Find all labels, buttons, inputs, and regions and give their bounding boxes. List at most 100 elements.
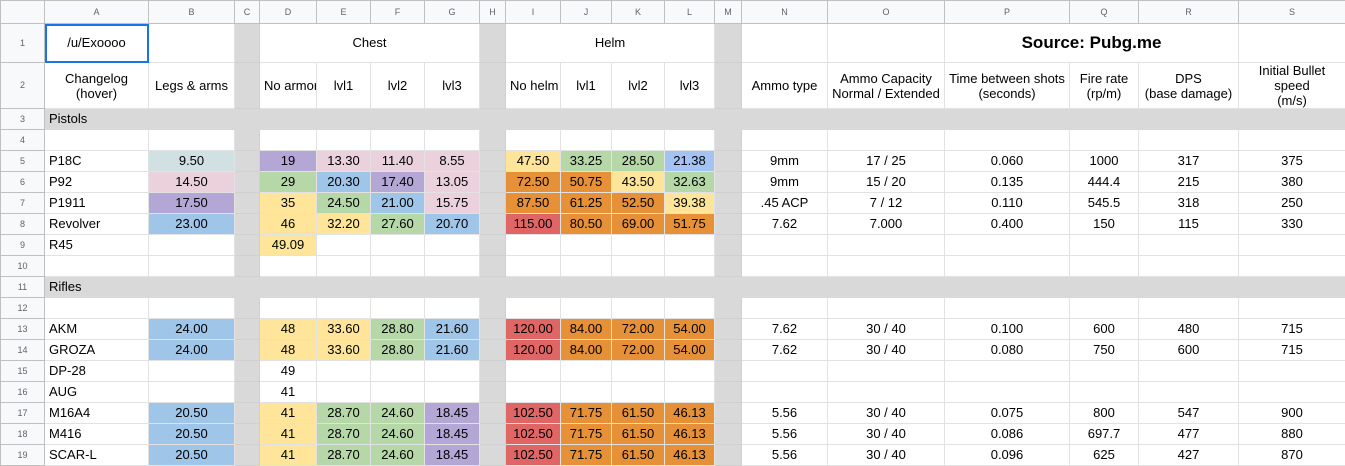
legs-arms-damage[interactable]: 20.50 <box>149 403 235 424</box>
weapon-stat[interactable] <box>828 235 945 256</box>
weapon-name[interactable]: Revolver <box>45 214 149 235</box>
chest-damage[interactable]: 32.20 <box>317 214 371 235</box>
weapon-stat[interactable]: 444.4 <box>1070 172 1139 193</box>
row-header[interactable]: 2 <box>1 63 45 109</box>
legs-arms-damage[interactable]: 17.50 <box>149 193 235 214</box>
helm-damage[interactable]: 50.75 <box>561 172 612 193</box>
weapon-stat[interactable]: 0.060 <box>945 151 1070 172</box>
chest-damage[interactable]: 28.70 <box>317 403 371 424</box>
cell[interactable] <box>945 298 1070 319</box>
weapon-stat[interactable]: 30 / 40 <box>828 340 945 361</box>
row-header[interactable]: 3 <box>1 109 45 130</box>
helm-damage[interactable]: 43.50 <box>612 172 665 193</box>
chest-damage[interactable]: 11.40 <box>371 151 425 172</box>
column-header[interactable]: R <box>1139 1 1239 24</box>
helm-col-header[interactable]: No helm <box>506 63 561 109</box>
section-title[interactable]: Pistols <box>45 109 149 130</box>
row-header[interactable]: 1 <box>1 24 45 63</box>
weapon-stat[interactable]: 0.086 <box>945 424 1070 445</box>
weapon-stat[interactable]: 30 / 40 <box>828 403 945 424</box>
cell[interactable] <box>371 256 425 277</box>
weapon-stat[interactable] <box>1239 235 1345 256</box>
helm-col-header[interactable]: lvl3 <box>665 63 715 109</box>
helm-damage[interactable]: 71.75 <box>561 445 612 466</box>
cell[interactable] <box>828 24 945 63</box>
weapon-stat[interactable]: 7.62 <box>742 214 828 235</box>
cell[interactable] <box>945 130 1070 151</box>
helm-damage[interactable]: 46.13 <box>665 424 715 445</box>
row-header[interactable]: 18 <box>1 424 45 445</box>
helm-damage[interactable]: 120.00 <box>506 319 561 340</box>
helm-damage[interactable]: 120.00 <box>506 340 561 361</box>
cell[interactable] <box>665 130 715 151</box>
cell[interactable] <box>665 298 715 319</box>
helm-col-header[interactable]: lvl2 <box>612 63 665 109</box>
row-header[interactable]: 7 <box>1 193 45 214</box>
weapon-name[interactable]: P18C <box>45 151 149 172</box>
weapon-stat[interactable] <box>1239 382 1345 403</box>
chest-damage[interactable]: 33.60 <box>317 340 371 361</box>
legs-arms-header[interactable]: Legs & arms <box>149 63 235 109</box>
column-header[interactable]: P <box>945 1 1070 24</box>
weapon-stat[interactable]: 480 <box>1139 319 1239 340</box>
weapon-stat[interactable]: 0.400 <box>945 214 1070 235</box>
cell[interactable] <box>260 130 317 151</box>
weapon-name[interactable]: DP-28 <box>45 361 149 382</box>
column-header[interactable]: I <box>506 1 561 24</box>
cell[interactable] <box>945 277 1070 298</box>
cell[interactable] <box>480 277 506 298</box>
chest-damage[interactable]: 18.45 <box>425 403 480 424</box>
weapon-name[interactable]: GROZA <box>45 340 149 361</box>
cell[interactable] <box>1239 24 1345 63</box>
row-header[interactable]: 15 <box>1 361 45 382</box>
weapon-stat[interactable]: 15 / 20 <box>828 172 945 193</box>
cell[interactable] <box>317 277 371 298</box>
cell[interactable] <box>828 298 945 319</box>
cell[interactable] <box>149 298 235 319</box>
cell[interactable] <box>149 109 235 130</box>
row-header[interactable]: 19 <box>1 445 45 466</box>
row-header[interactable]: 8 <box>1 214 45 235</box>
cell[interactable] <box>1070 277 1139 298</box>
cell[interactable] <box>317 256 371 277</box>
helm-damage[interactable] <box>665 361 715 382</box>
weapon-name[interactable]: AKM <box>45 319 149 340</box>
weapon-stat[interactable]: 870 <box>1239 445 1345 466</box>
helm-damage[interactable]: 72.00 <box>612 319 665 340</box>
cell[interactable] <box>742 277 828 298</box>
cell[interactable] <box>742 109 828 130</box>
cell[interactable] <box>612 256 665 277</box>
helm-damage[interactable]: 47.50 <box>506 151 561 172</box>
cell[interactable] <box>425 277 480 298</box>
cell[interactable] <box>260 298 317 319</box>
weapon-stat[interactable]: 0.096 <box>945 445 1070 466</box>
cell[interactable] <box>235 277 260 298</box>
chest-damage[interactable]: 8.55 <box>425 151 480 172</box>
cell[interactable] <box>45 298 149 319</box>
helm-damage[interactable] <box>506 235 561 256</box>
helm-damage[interactable]: 102.50 <box>506 445 561 466</box>
row-header[interactable]: 9 <box>1 235 45 256</box>
cell[interactable] <box>235 109 260 130</box>
weapon-stat[interactable]: 0.110 <box>945 193 1070 214</box>
weapon-stat[interactable]: 30 / 40 <box>828 319 945 340</box>
cell[interactable] <box>317 298 371 319</box>
column-header[interactable]: G <box>425 1 480 24</box>
weapon-stat[interactable]: 7 / 12 <box>828 193 945 214</box>
chest-col-header[interactable]: No armor <box>260 63 317 109</box>
cell[interactable] <box>715 277 742 298</box>
column-header[interactable]: J <box>561 1 612 24</box>
cell[interactable] <box>1139 130 1239 151</box>
cell[interactable] <box>828 277 945 298</box>
helm-damage[interactable]: 54.00 <box>665 340 715 361</box>
chest-damage[interactable]: 21.00 <box>371 193 425 214</box>
chest-damage[interactable]: 13.05 <box>425 172 480 193</box>
cell[interactable] <box>260 256 317 277</box>
legs-arms-damage[interactable]: 24.00 <box>149 340 235 361</box>
weapon-stat[interactable]: 600 <box>1139 340 1239 361</box>
chest-damage[interactable]: 49 <box>260 361 317 382</box>
weapon-stat[interactable] <box>1139 235 1239 256</box>
column-header[interactable]: F <box>371 1 425 24</box>
cell[interactable] <box>149 256 235 277</box>
chest-damage[interactable]: 24.60 <box>371 424 425 445</box>
